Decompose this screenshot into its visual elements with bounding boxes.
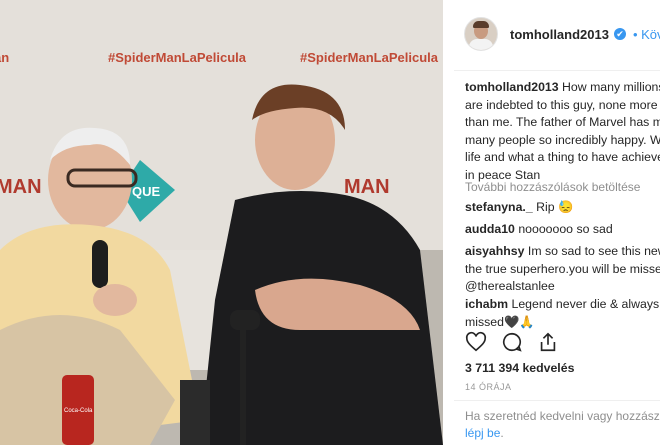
comment: audda10 nooooooo so sad [465, 221, 613, 239]
avatar-hair [473, 21, 489, 28]
comment-line: missed🖤🙏 [465, 314, 535, 329]
avatar-shirt [469, 39, 493, 50]
caption-line-4: life and what a thing to have achieve [465, 150, 660, 164]
banner-big-left: MAN [0, 176, 42, 198]
banner-text-left-fragment: an [0, 50, 9, 65]
caption-line-0: tomholland2013 How many millions [465, 79, 660, 97]
post-photo[interactable]: an #SpiderManLaPelicula #SpiderManLaPeli… [0, 0, 443, 445]
verified-badge-icon: ✔ [613, 28, 626, 40]
heart-icon[interactable] [465, 331, 487, 358]
likes-count[interactable]: 3 711 394 kedvelés [465, 361, 574, 375]
comment-mention-link[interactable]: @therealstanlee [465, 278, 660, 296]
login-prompt-line: Ha szeretnéd kedvelni vagy hozzász [465, 409, 660, 423]
banner-text-2: #SpiderManLaPelicula [300, 50, 439, 65]
avatar[interactable] [464, 17, 498, 51]
comment-line: aisyahhsy Im so sad to see this news [465, 243, 660, 261]
teal-logo-text: QUE [132, 184, 161, 199]
comment: ichabm Legend never die & always b misse… [465, 296, 660, 331]
comment-text: Im so sad to see this news [527, 244, 660, 258]
load-more-comments-link[interactable]: További hozzászólások betöltése [465, 180, 640, 194]
likes-text[interactable]: 3 711 394 kedvelés [465, 361, 574, 375]
follow-button[interactable]: • Követés [633, 27, 660, 42]
comment-line: the true superhero.you will be misse [465, 261, 660, 276]
comment-username[interactable]: ichabm [465, 297, 508, 311]
comment-username[interactable]: audda10 [465, 222, 515, 236]
comment-text: Rip 😓 [536, 200, 574, 214]
comment-username[interactable]: stefanyna._ [465, 200, 533, 214]
microphone-left [92, 240, 108, 288]
login-suffix: . [500, 426, 504, 440]
footer-divider [454, 400, 660, 401]
post-actions [465, 331, 559, 358]
comment-username[interactable]: aisyahhsy [465, 244, 524, 258]
comment-icon[interactable] [501, 331, 523, 358]
post-side-panel: tomholland2013 ✔ • Követés tomholland201… [454, 0, 660, 445]
comment-icon-svg [502, 332, 522, 352]
caption-line-3: many people so incredibly happy. W [465, 132, 660, 147]
banner-text-1: #SpiderManLaPelicula [108, 50, 247, 65]
follow-separator: • [632, 26, 642, 42]
header-divider [454, 70, 660, 71]
comment: stefanyna._ Rip 😓 [465, 199, 573, 217]
post-header: tomholland2013 ✔ • Követés [464, 14, 660, 54]
banner-big-right: MAN [344, 176, 390, 198]
header-username[interactable]: tomholland2013 [510, 27, 609, 42]
login-link[interactable]: lépj be [465, 426, 500, 440]
caption-line-1: are indebted to this guy, none more [465, 97, 658, 112]
microphone-right [230, 310, 260, 330]
follow-label[interactable]: Követés [641, 27, 660, 42]
login-prompt: Ha szeretnéd kedvelni vagy hozzász lépj … [465, 408, 660, 442]
share-icon-svg [540, 332, 556, 352]
post-caption: tomholland2013 How many millions are ind… [465, 79, 660, 184]
comment-line: ichabm Legend never die & always b [465, 296, 660, 314]
caption-username[interactable]: tomholland2013 [465, 80, 559, 94]
caption-line-2: than me. The father of Marvel has m [465, 115, 660, 129]
soda-can-label: Coca-Cola [64, 408, 93, 414]
post-timestamp[interactable]: 14 ÓRÁJA [465, 382, 512, 392]
comment: aisyahhsy Im so sad to see this news the… [465, 243, 660, 296]
share-icon[interactable] [537, 331, 559, 358]
caption-text-0: How many millions [562, 80, 660, 94]
login-prompt-line2: lépj be. [465, 425, 660, 442]
comment-text: Legend never die & always b [511, 297, 660, 311]
comment-text: nooooooo so sad [518, 222, 613, 236]
heart-icon-svg [465, 331, 487, 352]
post-photo-image: an #SpiderManLaPelicula #SpiderManLaPeli… [0, 0, 443, 445]
